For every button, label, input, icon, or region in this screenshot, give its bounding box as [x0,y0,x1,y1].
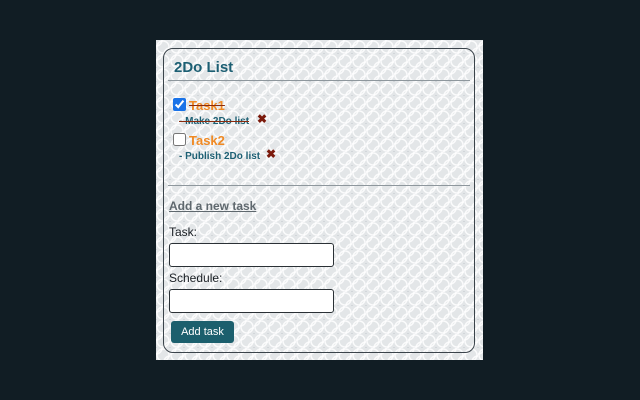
cross-icon[interactable]: ✖ [257,112,267,126]
list-divider [168,185,470,186]
schedule-field-label: Schedule: [169,271,223,285]
task-2-schedule: - Publish 2Do list [179,151,261,162]
task-2-name: Task2 [189,133,225,148]
task-input[interactable] [169,243,334,267]
task-1-checkbox[interactable] [173,98,186,111]
todo-panel: 2Do List Task1 - Make 2Do list ✖ Task2 -… [156,40,483,360]
title-divider [168,80,470,81]
add-task-heading: Add a new task [169,199,257,213]
cross-icon[interactable]: ✖ [266,147,276,161]
task-1-name: Task1 [189,98,225,113]
todo-card: 2Do List Task1 - Make 2Do list ✖ Task2 -… [163,48,475,353]
task-field-label: Task: [169,225,198,239]
task-2-checkbox[interactable] [173,133,186,146]
task-1-schedule: - Make 2Do list [179,116,250,127]
schedule-input[interactable] [169,289,334,313]
add-task-button[interactable]: Add task [171,321,234,343]
app-title: 2Do List [174,59,234,76]
